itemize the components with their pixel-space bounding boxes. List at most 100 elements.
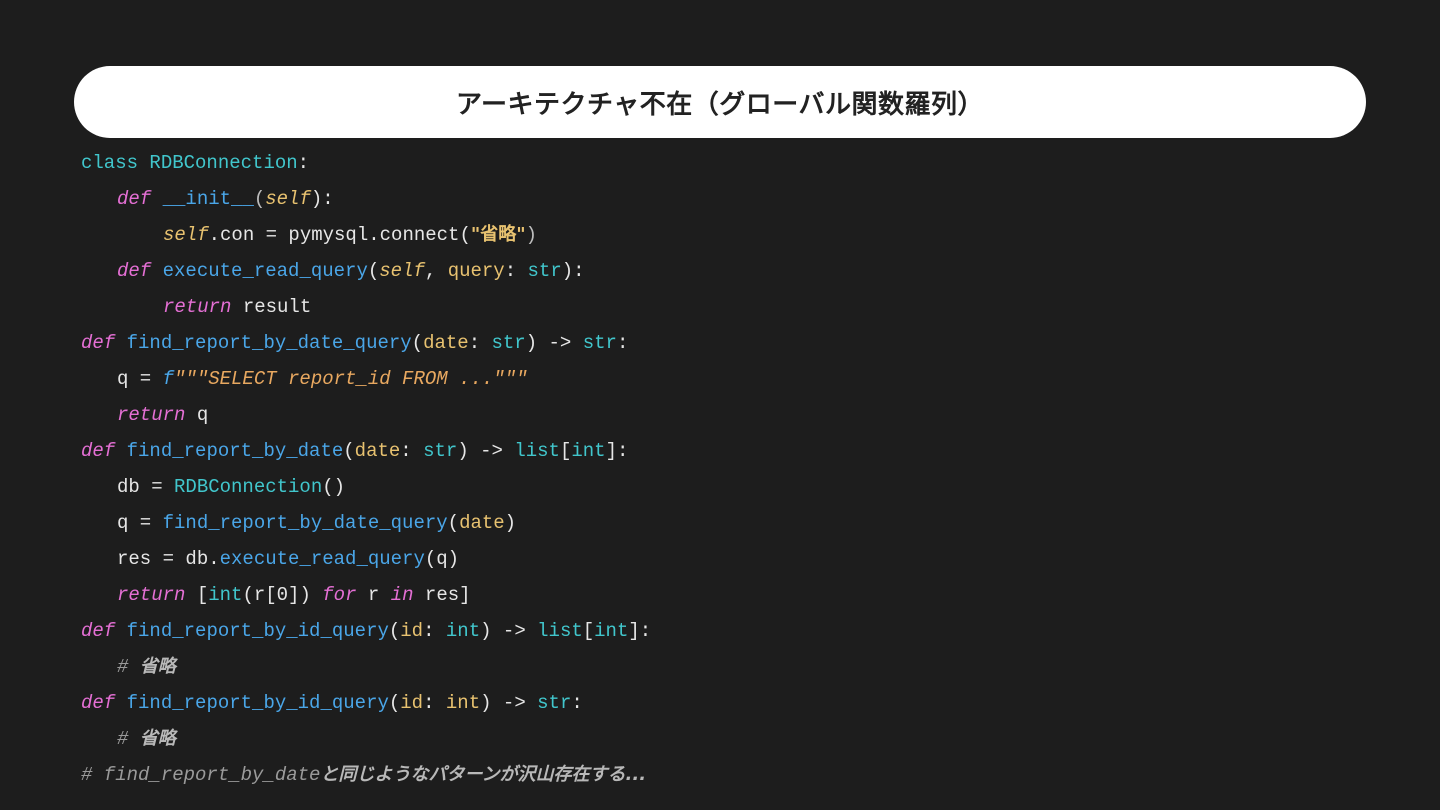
- punctuation: ) ->: [457, 440, 515, 462]
- string-literal: """SELECT report_id FROM ...""": [174, 368, 528, 390]
- function-name: execute_read_query: [219, 548, 425, 570]
- punctuation: ) ->: [525, 332, 583, 354]
- code-line: class RDBConnection:: [81, 145, 1361, 181]
- code-line: def execute_read_query(self, query: str)…: [81, 253, 1361, 289]
- function-name: find_report_by_id_query: [126, 692, 389, 714]
- punctuation: (q): [424, 548, 460, 570]
- punctuation: :: [468, 332, 492, 354]
- function-name: find_report_by_date_query: [162, 512, 448, 534]
- slide-title-banner: アーキテクチャ不在（グローバル関数羅列）: [74, 66, 1366, 138]
- code-text: db =: [117, 476, 175, 498]
- class-name: RDBConnection: [174, 476, 323, 498]
- slide-title: アーキテクチャ不在（グローバル関数羅列）: [456, 89, 984, 120]
- parameter: date: [459, 512, 505, 534]
- type-name: list: [514, 440, 560, 462]
- type-name: int: [594, 620, 629, 642]
- punctuation: (: [253, 188, 266, 210]
- punctuation: (: [447, 512, 460, 534]
- keyword: def: [81, 332, 116, 354]
- code-line: # 省略: [81, 721, 1361, 757]
- punctuation: :: [400, 440, 424, 462]
- punctuation: :: [423, 620, 446, 642]
- parameter: date: [354, 440, 401, 462]
- comment: # find_report_by_date: [81, 764, 321, 786]
- punctuation: :: [616, 332, 629, 354]
- comment: #: [117, 728, 140, 750]
- type-name: str: [423, 440, 458, 462]
- type-name: str: [527, 260, 562, 282]
- type-name: int: [445, 620, 481, 642]
- self-param: self: [163, 224, 209, 246]
- code-line: return [int(r[0]) for r in res]: [81, 577, 1361, 613]
- self-param: self: [265, 188, 311, 210]
- keyword: def: [81, 620, 116, 642]
- type-name: str: [582, 332, 617, 354]
- code-line: def find_report_by_id_query(id: int) -> …: [81, 613, 1361, 649]
- punctuation: (: [388, 692, 401, 714]
- punctuation: :: [297, 152, 310, 174]
- keyword: def: [81, 692, 116, 714]
- comment: 省略: [139, 656, 176, 677]
- keyword: class: [81, 152, 139, 174]
- code-line: return q: [81, 397, 1361, 433]
- punctuation: ):: [561, 260, 585, 282]
- keyword: for: [322, 584, 357, 606]
- code-line: return result: [81, 289, 1361, 325]
- comment: と同じようなパターンが沢山存在する...: [320, 764, 647, 785]
- fstring-prefix: f: [162, 368, 175, 390]
- code-text: r: [356, 584, 391, 606]
- code-line: res = db.execute_read_query(q): [81, 541, 1361, 577]
- code-text: q: [185, 404, 209, 426]
- code-line: # find_report_by_dateと同じようなパターンが沢山存在する..…: [81, 757, 1361, 793]
- type-name: int: [571, 440, 606, 462]
- punctuation: (: [411, 332, 424, 354]
- parameter: id: [400, 692, 424, 714]
- keyword: def: [81, 440, 116, 462]
- punctuation: (: [367, 260, 380, 282]
- code-line: def __init__(self):: [81, 181, 1361, 217]
- function-name: execute_read_query: [162, 260, 368, 282]
- parameter: query: [447, 260, 505, 282]
- type-name: str: [537, 692, 572, 714]
- code-line: def find_report_by_date_query(date: str)…: [81, 325, 1361, 361]
- code-line: def find_report_by_id_query(id: int) -> …: [81, 685, 1361, 721]
- keyword: return: [163, 296, 232, 318]
- punctuation: ):: [310, 188, 334, 210]
- keyword: def: [117, 188, 152, 210]
- function-name: find_report_by_id_query: [126, 620, 389, 642]
- code-block: class RDBConnection: def __init__(self):…: [81, 145, 1361, 793]
- keyword: def: [117, 260, 152, 282]
- keyword: return: [117, 584, 186, 606]
- code-text: res]: [413, 584, 471, 606]
- punctuation: :: [571, 692, 583, 714]
- type-name: str: [491, 332, 526, 354]
- punctuation: ]:: [628, 620, 652, 642]
- punctuation: [: [559, 440, 572, 462]
- class-name: RDBConnection: [149, 152, 298, 174]
- parameter: date: [423, 332, 469, 354]
- punctuation: (): [322, 476, 346, 498]
- code-text: res = db.: [117, 548, 220, 570]
- type-name: list: [537, 620, 583, 642]
- code-text: q =: [117, 368, 163, 390]
- code-line: q = find_report_by_date_query(date): [81, 505, 1361, 541]
- punctuation: ) ->: [480, 620, 538, 642]
- function-name: find_report_by_date_query: [126, 332, 412, 354]
- punctuation: ) ->: [480, 692, 538, 714]
- type-name: int: [208, 584, 243, 606]
- code-text: .con = pymysql.connect(: [208, 224, 471, 246]
- self-param: self: [379, 260, 425, 282]
- punctuation: ]:: [605, 440, 629, 462]
- punctuation: [: [582, 620, 595, 642]
- code-text: result: [231, 296, 312, 318]
- function-name: find_report_by_date: [126, 440, 344, 462]
- parameter: id: [400, 620, 424, 642]
- punctuation: ): [525, 224, 538, 246]
- punctuation: [: [185, 584, 209, 606]
- keyword: return: [117, 404, 186, 426]
- punctuation: ,: [424, 260, 448, 282]
- code-line: # 省略: [81, 649, 1361, 685]
- function-name: __init__: [162, 188, 254, 210]
- code-text: (r[0]): [242, 584, 323, 606]
- punctuation: :: [504, 260, 528, 282]
